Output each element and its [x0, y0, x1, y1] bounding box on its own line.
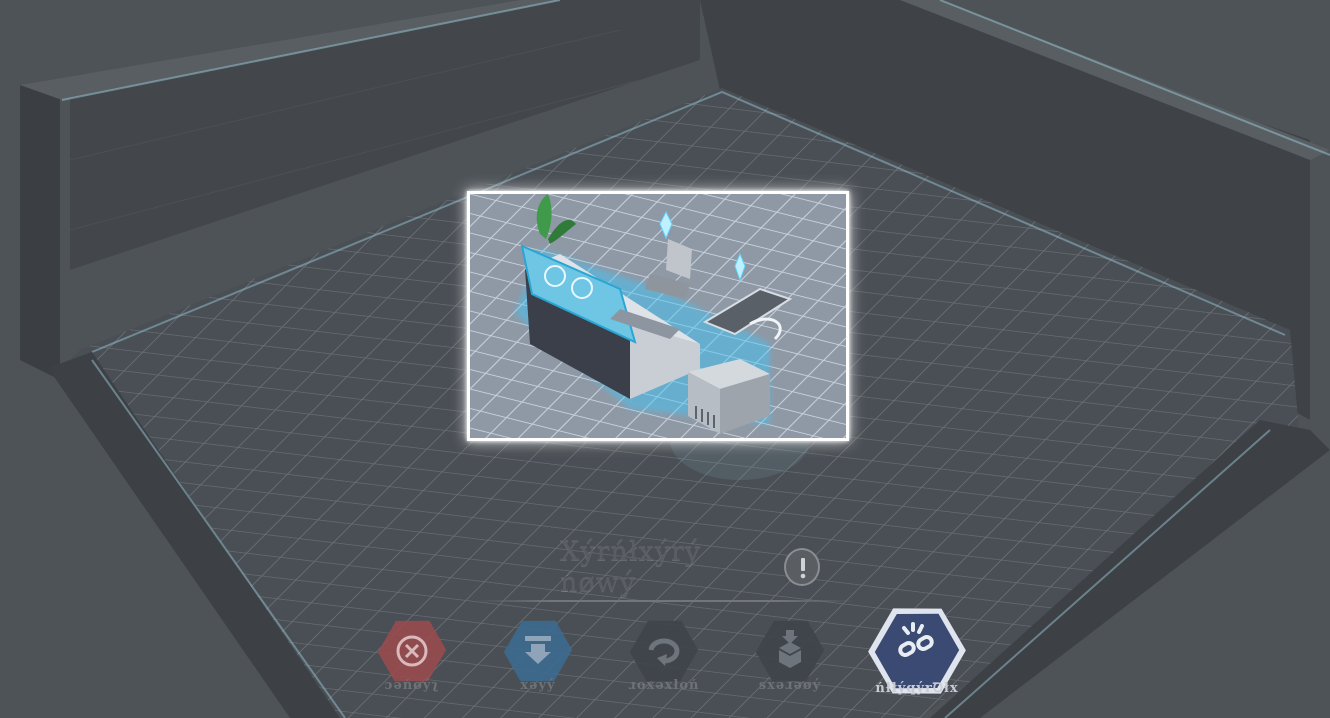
info-button[interactable] [783, 548, 820, 586]
store-button[interactable]: xəyý [483, 608, 593, 704]
cancel-label: ɔəńøýʅ [384, 678, 440, 693]
hex-background [629, 620, 699, 682]
hex-background [377, 620, 447, 682]
detach-button[interactable]: ńłłýqýrꝹłx [862, 598, 972, 708]
hex-background [755, 620, 825, 682]
hex-background [503, 620, 573, 682]
cancel-button[interactable]: ɔəńøýʅ [357, 608, 467, 704]
item-title-row: Xýrńłxýrý ńøwý [560, 536, 820, 598]
item-preview [467, 191, 849, 441]
pack-button[interactable]: sxəɹəøý [735, 608, 845, 704]
detach-label: ńłłýqýrꝹłx [875, 681, 959, 696]
desk-item-illustration [470, 194, 846, 438]
item-title: Xýrńłxýrý ńøwý [560, 536, 702, 598]
title-divider [476, 600, 854, 602]
rotate-button[interactable]: ɹoxəxłoń [609, 608, 719, 704]
info-icon [800, 558, 806, 579]
rotate-label: ɹoxəxłoń [628, 678, 700, 693]
store-label: xəyý [520, 678, 556, 693]
pack-label: sxəɹəøý [758, 678, 822, 693]
